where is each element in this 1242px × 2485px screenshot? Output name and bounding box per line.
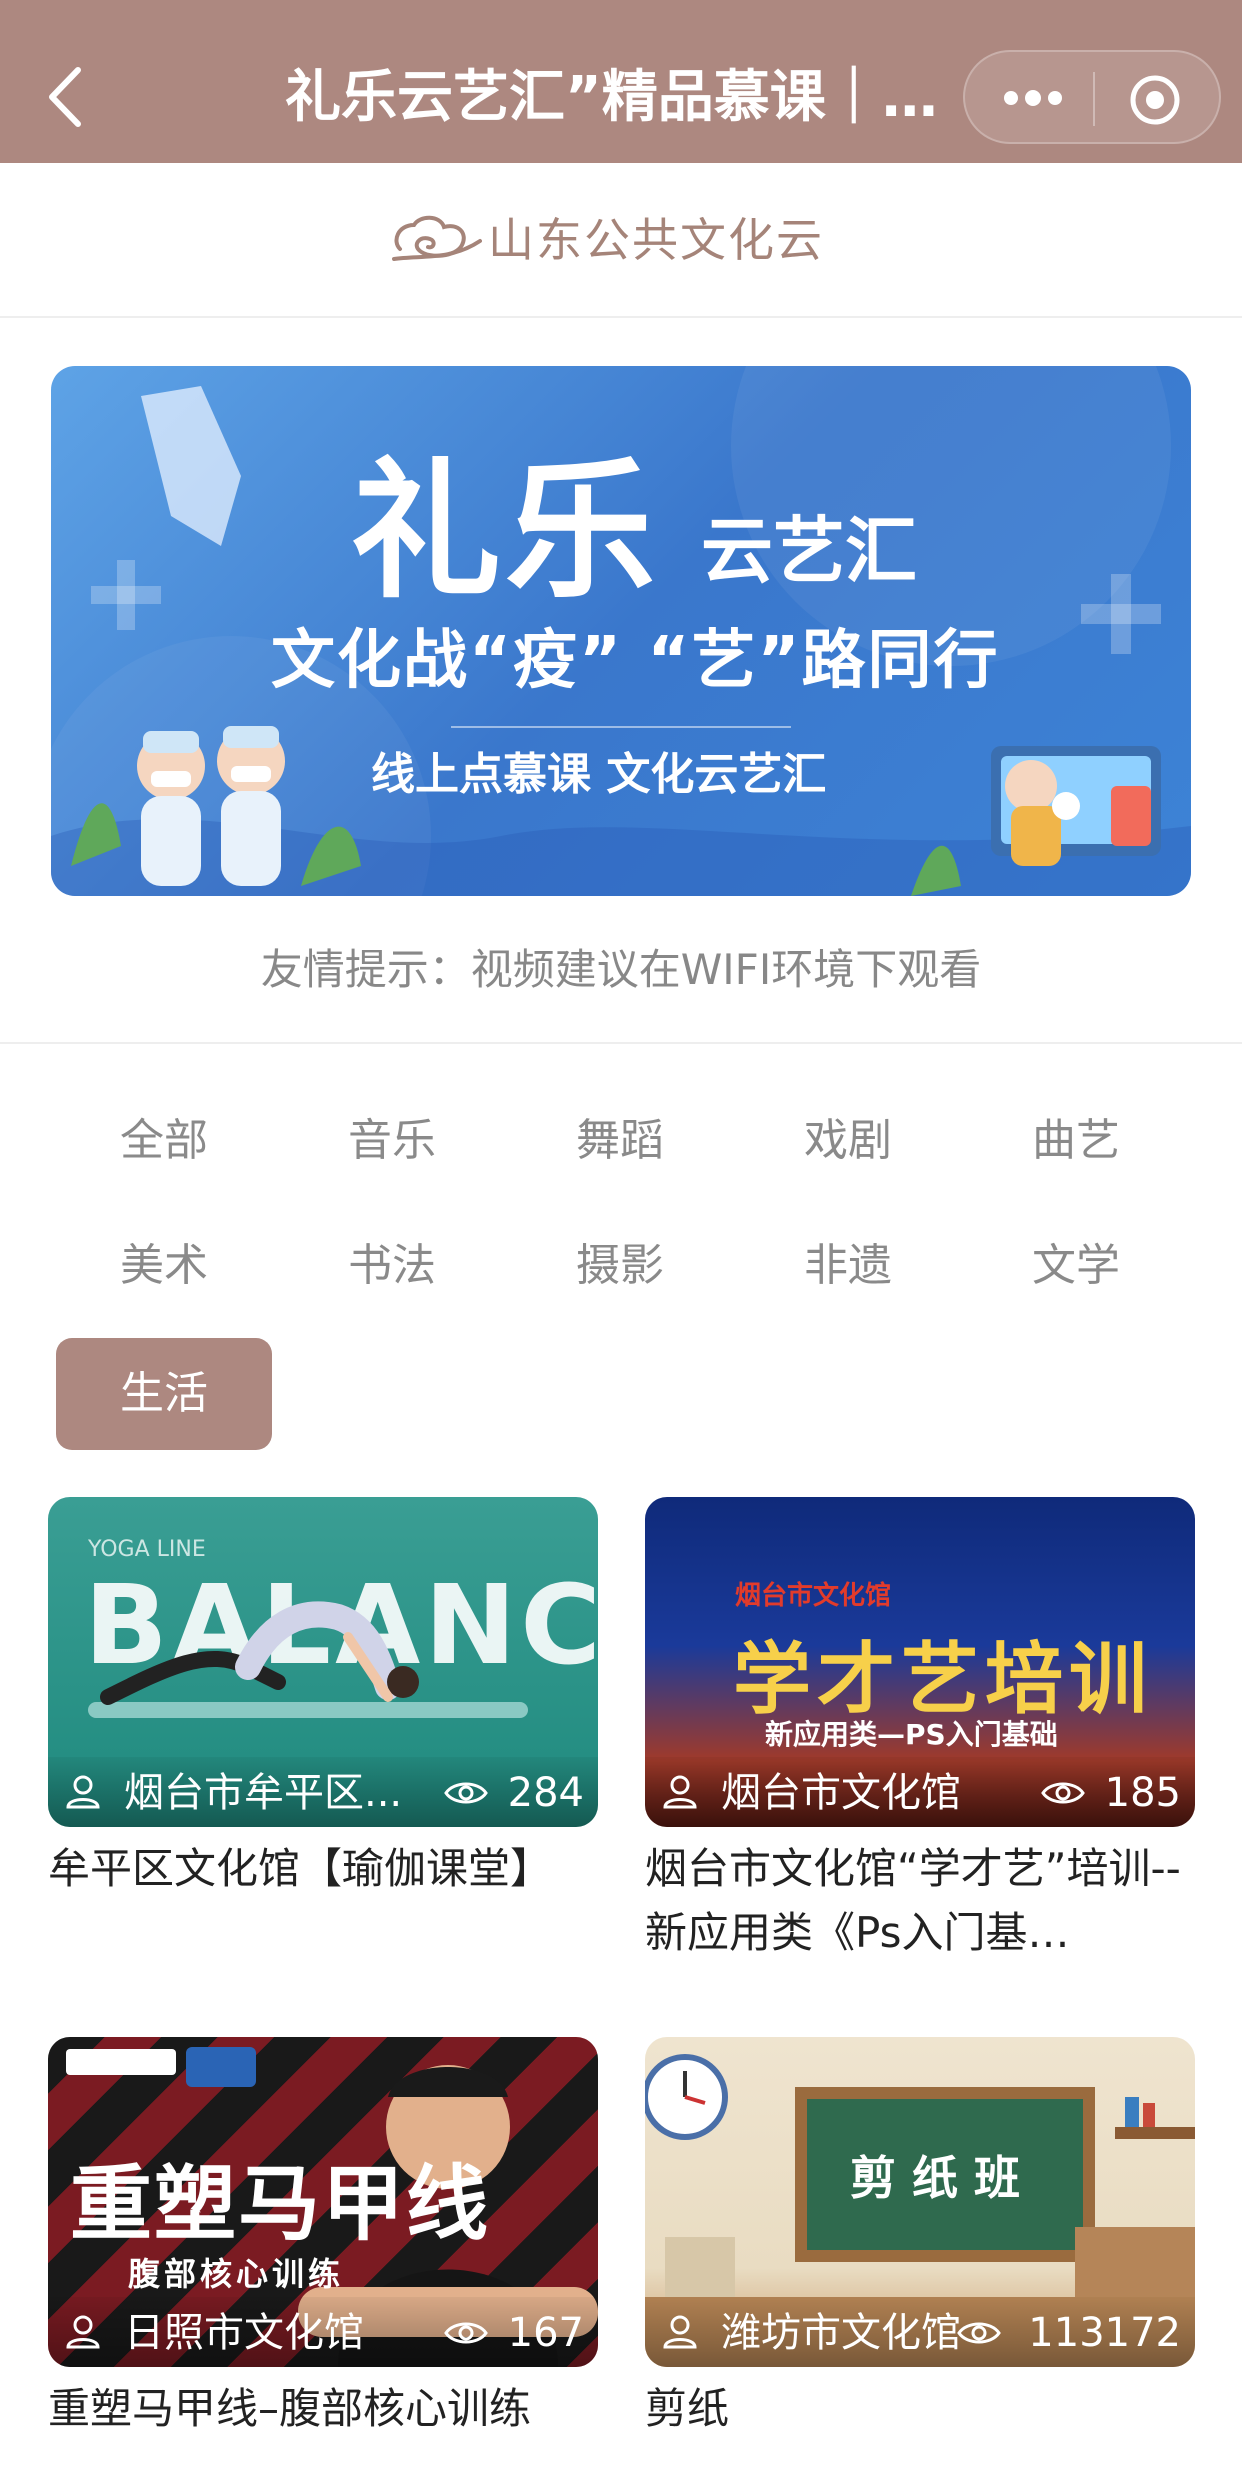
course-org: 潍坊市文化馆 bbox=[721, 2310, 961, 2356]
eye-icon bbox=[444, 1777, 488, 1809]
course-title: 烟台市文化馆“学才艺”培训--新应用类《Ps入门基… bbox=[645, 1844, 1181, 1957]
brand-name: 山东公共文化云 bbox=[488, 213, 824, 267]
user-icon bbox=[661, 1773, 699, 1811]
view-count: 284 bbox=[507, 1770, 584, 1816]
course-thumbnail: 烟台市文化馆 学才艺培训 新应用类—PS入门基础 烟台市文化馆 185 bbox=[645, 1497, 1195, 1827]
course-card[interactable]: 剪 纸 班 潍坊市文化馆 113172 剪纸 bbox=[645, 2037, 1195, 2457]
thumb-subline: 腹部核心训练 bbox=[128, 2255, 345, 2293]
cloud-logo-icon bbox=[390, 211, 482, 271]
course-org: 烟台市牟平区... bbox=[124, 1770, 403, 1816]
page-title: 礼乐云艺汇”精品慕课｜… bbox=[285, 65, 938, 130]
banner-divider bbox=[451, 726, 791, 728]
course-org: 烟台市文化馆 bbox=[721, 1770, 961, 1816]
user-icon bbox=[661, 2313, 699, 2351]
category-fine-art[interactable]: 美术 bbox=[56, 1210, 272, 1322]
brand-header: 山东公共文化云 bbox=[0, 163, 1242, 318]
top-navbar: 礼乐云艺汇”精品慕课｜… bbox=[0, 0, 1242, 163]
course-title: 剪纸 bbox=[645, 2384, 730, 2433]
category-dance[interactable]: 舞蹈 bbox=[512, 1085, 728, 1197]
thumb-subline: 新应用类—PS入门基础 bbox=[765, 1718, 1058, 1751]
wifi-tip: 友情提示：视频建议在WIFI环境下观看 bbox=[0, 920, 1242, 1044]
course-card[interactable]: 烟台市文化馆 学才艺培训 新应用类—PS入门基础 烟台市文化馆 185 烟台市文… bbox=[645, 1497, 1195, 1977]
course-card[interactable]: 重塑马甲线 腹部核心训练 日照市文化馆 167 重塑马甲线–腹部核心训练 bbox=[48, 2037, 598, 2457]
banner-title-big: 礼乐 bbox=[351, 443, 660, 619]
category-music[interactable]: 音乐 bbox=[284, 1085, 500, 1197]
banner-slogan: 文化战“疫” “艺”路同行 bbox=[271, 624, 1000, 698]
back-arrow-icon[interactable] bbox=[40, 62, 92, 132]
eye-icon bbox=[1041, 1777, 1085, 1809]
more-dots-icon[interactable] bbox=[1001, 80, 1065, 116]
category-life[interactable]: 生活 bbox=[56, 1338, 272, 1450]
user-icon bbox=[64, 1773, 102, 1811]
category-literature[interactable]: 文学 bbox=[968, 1210, 1184, 1322]
user-icon bbox=[64, 2313, 102, 2351]
course-title: 重塑马甲线–腹部核心训练 bbox=[48, 2384, 532, 2433]
category-calligraphy[interactable]: 书法 bbox=[284, 1210, 500, 1322]
course-org: 日照市文化馆 bbox=[124, 2310, 364, 2356]
eye-icon bbox=[957, 2317, 1001, 2349]
view-count: 167 bbox=[507, 2310, 584, 2356]
course-card[interactable]: YOGA LINE BALANCE 烟台市牟平区... 284 牟平区文化馆【瑜… bbox=[48, 1497, 598, 1977]
category-drama[interactable]: 戏剧 bbox=[740, 1085, 956, 1197]
banner-title-small: 云艺汇 bbox=[701, 509, 918, 593]
banner-subtitle: 线上点慕课 文化云艺汇 bbox=[371, 749, 827, 800]
target-circle-icon[interactable] bbox=[1129, 74, 1181, 126]
category-all[interactable]: 全部 bbox=[56, 1085, 272, 1197]
course-thumbnail: 剪 纸 班 潍坊市文化馆 113172 bbox=[645, 2037, 1195, 2367]
thumb-caption: 烟台市文化馆 bbox=[735, 1581, 892, 1611]
category-quyi[interactable]: 曲艺 bbox=[968, 1085, 1184, 1197]
category-heritage[interactable]: 非遗 bbox=[740, 1210, 956, 1322]
promo-banner[interactable]: 礼乐 云艺汇 文化战“疫” “艺”路同行 线上点慕课 文化云艺汇 bbox=[51, 366, 1191, 896]
view-count: 185 bbox=[1104, 1770, 1181, 1816]
eye-icon bbox=[444, 2317, 488, 2349]
thumb-headline: 重塑马甲线 bbox=[70, 2156, 491, 2252]
view-count: 113172 bbox=[1028, 2310, 1181, 2356]
mini-program-capsule bbox=[963, 50, 1221, 144]
course-thumbnail: YOGA LINE BALANCE 烟台市牟平区... 284 bbox=[48, 1497, 598, 1827]
course-thumbnail: 重塑马甲线 腹部核心训练 日照市文化馆 167 bbox=[48, 2037, 598, 2367]
category-photography[interactable]: 摄影 bbox=[512, 1210, 728, 1322]
capsule-divider bbox=[1093, 72, 1095, 126]
course-title: 牟平区文化馆【瑜伽课堂】 bbox=[48, 1844, 553, 1893]
thumb-headline: 剪 纸 班 bbox=[850, 2151, 1021, 2205]
